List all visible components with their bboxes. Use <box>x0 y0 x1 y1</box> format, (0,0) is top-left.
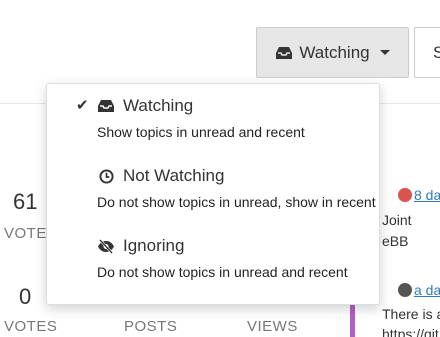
teaser-text: There is a <box>382 306 440 322</box>
teaser-text: https://git <box>382 326 439 337</box>
watch-dropdown-menu: ✔ Watching Show topics in unread and rec… <box>46 83 380 305</box>
sort-button-label: S <box>433 42 440 62</box>
watch-option-ignoring[interactable]: Ignoring Do not show topics in unread an… <box>47 224 379 294</box>
clock-icon <box>97 167 115 185</box>
watch-option-watching[interactable]: ✔ Watching Show topics in unread and rec… <box>47 84 379 154</box>
watch-option-label: Ignoring <box>123 236 185 255</box>
category-color-bar <box>350 300 355 337</box>
watching-button-label: Watching <box>299 42 370 62</box>
caret-down-icon <box>379 50 390 55</box>
posts-label: POSTS <box>124 318 178 335</box>
inbox-icon <box>275 44 293 62</box>
topic-votes-count: 0 <box>19 284 32 309</box>
teaser-time[interactable]: 8 da <box>414 187 440 203</box>
avatar[interactable] <box>398 283 412 297</box>
topic-votes-count: 61 <box>13 189 38 214</box>
watch-option-not-watching[interactable]: Not Watching Do not show topics in unrea… <box>47 154 379 224</box>
watching-button[interactable]: Watching <box>256 27 409 78</box>
avatar[interactable] <box>398 188 412 202</box>
views-label: VIEWS <box>247 318 298 335</box>
votes-label: VOTES <box>4 318 58 335</box>
sort-button[interactable]: S <box>414 27 440 78</box>
teaser-time[interactable]: a da <box>414 282 440 298</box>
watch-option-label: Not Watching <box>123 166 225 185</box>
watch-option-description: Show topics in unread and recent <box>97 124 305 140</box>
teaser-text: eBB <box>382 233 409 249</box>
watch-option-description: Do not show topics in unread and recent <box>97 264 348 280</box>
watch-option-description: Do not show topics in unread, show in re… <box>97 194 376 210</box>
eye-slash-icon <box>97 237 115 255</box>
watch-option-label: Watching <box>123 96 194 115</box>
inbox-icon <box>97 97 115 115</box>
teaser-text: Joint <box>382 212 412 228</box>
check-icon: ✔ <box>76 97 89 114</box>
